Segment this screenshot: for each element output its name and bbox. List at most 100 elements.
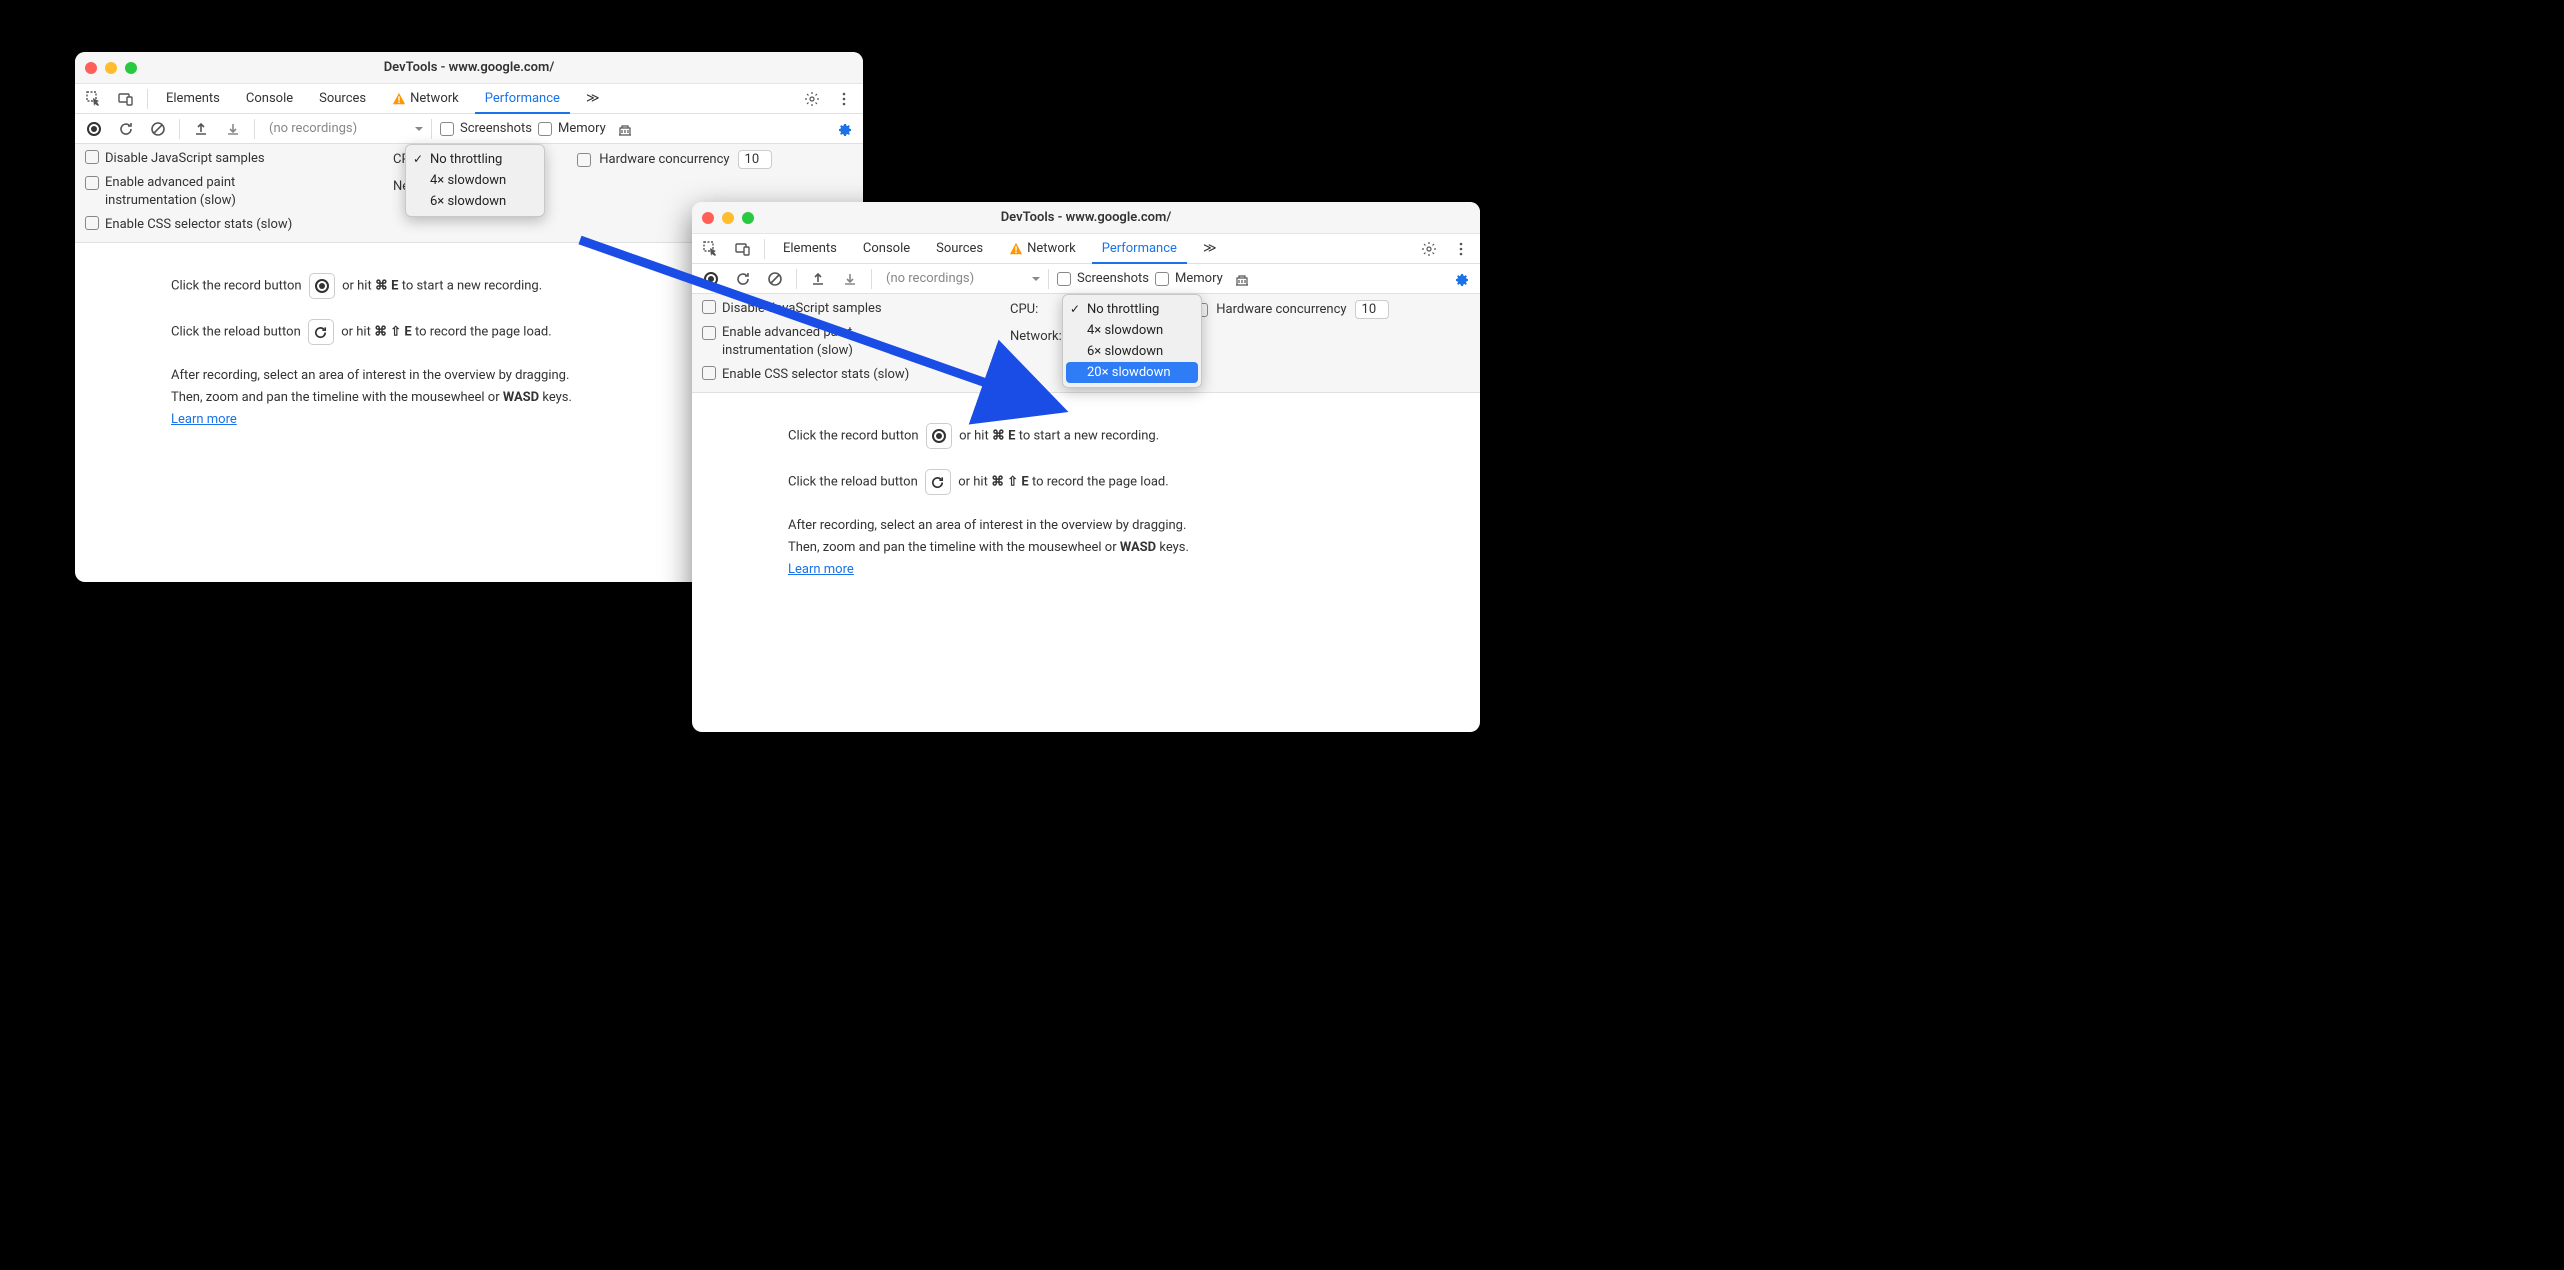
memory-label: Memory xyxy=(1175,271,1223,286)
reload-button-inline[interactable] xyxy=(308,319,334,345)
screenshots-checkbox[interactable] xyxy=(440,122,454,136)
recordings-label: (no recordings) xyxy=(269,121,357,136)
disable-js-checkbox[interactable] xyxy=(702,300,716,314)
tab-console[interactable]: Console xyxy=(236,84,303,114)
cpu-throttle-dropdown: No throttling 4× slowdown 6× slowdown 20… xyxy=(1062,294,1202,388)
titlebar: DevTools - www.google.com/ xyxy=(75,52,863,84)
upload-icon[interactable] xyxy=(188,116,214,142)
reload-button[interactable] xyxy=(113,116,139,142)
inspect-icon[interactable] xyxy=(698,236,724,262)
recordings-select[interactable]: (no recordings) xyxy=(880,271,1040,286)
tab-sources[interactable]: Sources xyxy=(309,84,376,114)
dd-item-20x[interactable]: 20× slowdown xyxy=(1066,362,1198,383)
device-toggle-icon[interactable] xyxy=(730,236,756,262)
adv-paint-label: Enable advanced paintinstrumentation (sl… xyxy=(105,174,236,210)
close-icon[interactable] xyxy=(85,62,97,74)
cpu-throttle-dropdown: No throttling 4× slowdown 6× slowdown xyxy=(405,144,545,217)
learn-more-link[interactable]: Learn more xyxy=(171,412,237,427)
hw-conc-input[interactable]: 10 xyxy=(1355,300,1389,319)
more-vert-icon[interactable] xyxy=(831,86,857,112)
record-button[interactable] xyxy=(698,266,724,292)
record-button-inline[interactable] xyxy=(309,273,335,299)
memory-label: Memory xyxy=(558,121,606,136)
perf-settings: Disable JavaScript samples Enable advanc… xyxy=(692,294,1480,393)
disable-js-label: Disable JavaScript samples xyxy=(105,150,265,168)
zoom-icon[interactable] xyxy=(742,212,754,224)
disable-js-checkbox[interactable] xyxy=(85,150,99,164)
screenshots-checkbox[interactable] xyxy=(1057,272,1071,286)
hw-conc-input[interactable]: 10 xyxy=(738,150,772,169)
dd-item-6x[interactable]: 6× slowdown xyxy=(406,191,544,212)
dd-item-4x[interactable]: 4× slowdown xyxy=(406,170,544,191)
warning-icon xyxy=(1009,242,1023,256)
tab-network-label: Network xyxy=(410,91,459,106)
adv-paint-checkbox[interactable] xyxy=(702,326,716,340)
tabs-more[interactable]: ≫ xyxy=(576,84,610,114)
adv-paint-checkbox[interactable] xyxy=(85,176,99,190)
dd-item-4x[interactable]: 4× slowdown xyxy=(1063,320,1201,341)
hw-conc-checkbox[interactable] xyxy=(577,153,591,167)
devtools-window-2: DevTools - www.google.com/ Elements Cons… xyxy=(692,202,1480,732)
gc-icon[interactable] xyxy=(612,116,638,142)
tab-performance[interactable]: Performance xyxy=(475,84,570,114)
recordings-select[interactable]: (no recordings) xyxy=(263,121,423,136)
zoom-icon[interactable] xyxy=(125,62,137,74)
gc-icon[interactable] xyxy=(1229,266,1255,292)
download-icon[interactable] xyxy=(837,266,863,292)
hw-conc-label: Hardware concurrency xyxy=(1216,302,1346,317)
minimize-icon[interactable] xyxy=(105,62,117,74)
titlebar: DevTools - www.google.com/ xyxy=(692,202,1480,234)
perf-settings-gear-icon[interactable] xyxy=(1448,266,1474,292)
tab-network[interactable]: Network xyxy=(382,84,469,114)
clear-button[interactable] xyxy=(145,116,171,142)
learn-more-link[interactable]: Learn more xyxy=(788,562,854,577)
record-button-inline[interactable] xyxy=(926,423,952,449)
reload-button-inline[interactable] xyxy=(925,469,951,495)
tab-elements[interactable]: Elements xyxy=(773,234,847,264)
dd-item-no-throttling[interactable]: No throttling xyxy=(406,149,544,170)
recordings-label: (no recordings) xyxy=(886,271,974,286)
perf-settings-gear-icon[interactable] xyxy=(831,116,857,142)
warning-icon xyxy=(392,92,406,106)
record-button[interactable] xyxy=(81,116,107,142)
window-title: DevTools - www.google.com/ xyxy=(754,210,1418,225)
tabs-more[interactable]: ≫ xyxy=(1193,234,1227,264)
screenshots-label: Screenshots xyxy=(460,121,532,136)
close-icon[interactable] xyxy=(702,212,714,224)
adv-paint-label: Enable advanced paintinstrumentation (sl… xyxy=(722,324,853,360)
more-vert-icon[interactable] xyxy=(1448,236,1474,262)
memory-checkbox[interactable] xyxy=(1155,272,1169,286)
dd-item-no-throttling[interactable]: No throttling xyxy=(1063,299,1201,320)
gear-icon[interactable] xyxy=(799,86,825,112)
tab-performance[interactable]: Performance xyxy=(1092,234,1187,264)
css-stats-checkbox[interactable] xyxy=(85,216,99,230)
tab-console[interactable]: Console xyxy=(853,234,920,264)
upload-icon[interactable] xyxy=(805,266,831,292)
screenshots-label: Screenshots xyxy=(1077,271,1149,286)
window-title: DevTools - www.google.com/ xyxy=(137,60,801,75)
clear-button[interactable] xyxy=(762,266,788,292)
css-stats-label: Enable CSS selector stats (slow) xyxy=(722,366,909,384)
css-stats-label: Enable CSS selector stats (slow) xyxy=(105,216,292,234)
reload-button[interactable] xyxy=(730,266,756,292)
disable-js-label: Disable JavaScript samples xyxy=(722,300,882,318)
css-stats-checkbox[interactable] xyxy=(702,366,716,380)
perf-toolbar: (no recordings) Screenshots Memory xyxy=(692,264,1480,294)
devtools-tabs: Elements Console Sources Network Perform… xyxy=(75,84,863,114)
chevron-down-icon xyxy=(415,127,423,135)
tab-network-label: Network xyxy=(1027,241,1076,256)
dd-item-6x[interactable]: 6× slowdown xyxy=(1063,341,1201,362)
memory-checkbox[interactable] xyxy=(538,122,552,136)
network-label: Network: xyxy=(1010,329,1062,344)
inspect-icon[interactable] xyxy=(81,86,107,112)
perf-toolbar: (no recordings) Screenshots Memory xyxy=(75,114,863,144)
cpu-label: CPU: xyxy=(1010,302,1038,317)
tab-elements[interactable]: Elements xyxy=(156,84,230,114)
download-icon[interactable] xyxy=(220,116,246,142)
hw-conc-label: Hardware concurrency xyxy=(599,152,729,167)
minimize-icon[interactable] xyxy=(722,212,734,224)
gear-icon[interactable] xyxy=(1416,236,1442,262)
tab-sources[interactable]: Sources xyxy=(926,234,993,264)
device-toggle-icon[interactable] xyxy=(113,86,139,112)
tab-network[interactable]: Network xyxy=(999,234,1086,264)
